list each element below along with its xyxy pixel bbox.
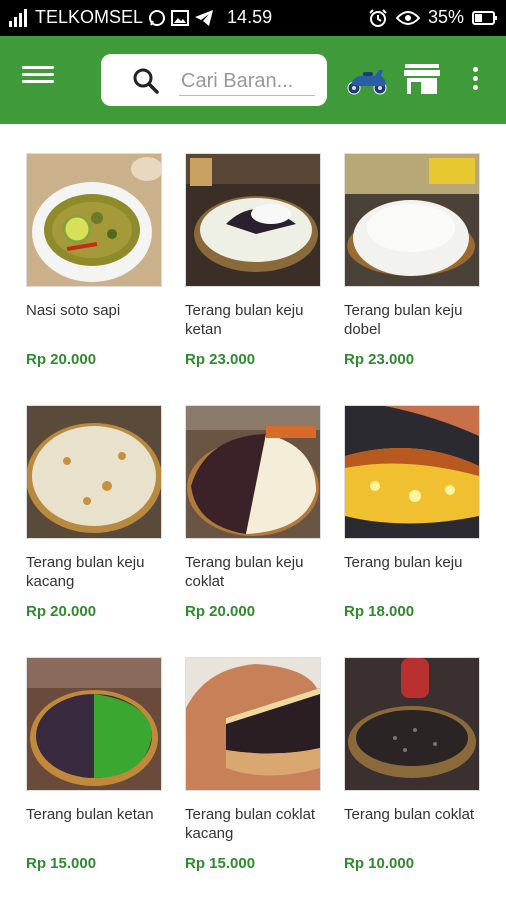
product-image[interactable] [185, 153, 321, 287]
app-bar [0, 36, 506, 124]
product-price: Rp 23.000 [344, 351, 415, 368]
whatsapp-icon [149, 9, 166, 26]
product-price: Rp 20.000 [26, 351, 97, 368]
product-card[interactable]: Terang bulan keju ketan Rp 23.000 [185, 153, 321, 368]
menu-icon[interactable] [22, 62, 54, 92]
product-card[interactable]: Terang bulan coklat kacang Rp 15.000 [185, 657, 321, 872]
product-price: Rp 20.000 [185, 603, 256, 620]
search-icon[interactable] [133, 68, 159, 94]
product-card[interactable]: Terang bulan keju dobel Rp 23.000 [344, 153, 480, 368]
alarm-icon [369, 8, 387, 27]
clock-time: 14.59 [227, 7, 273, 27]
product-name: Terang bulan keju dobel [344, 302, 463, 338]
eye-icon [395, 10, 420, 25]
scooter-icon[interactable] [345, 62, 389, 96]
product-price: Rp 18.000 [344, 603, 415, 620]
product-image[interactable] [26, 405, 162, 539]
product-card[interactable]: Terang bulan keju coklat Rp 20.000 [185, 405, 321, 620]
product-price: Rp 15.000 [185, 855, 256, 872]
product-image[interactable] [185, 405, 321, 539]
product-price: Rp 15.000 [26, 855, 97, 872]
search-box[interactable] [101, 54, 327, 106]
battery-percent: 35% [427, 7, 464, 27]
carrier-name: TELKOMSEL [35, 7, 144, 27]
product-name: Terang bulan keju coklat [185, 554, 304, 590]
product-name: Terang bulan keju kacang [26, 554, 145, 590]
store-icon[interactable] [403, 60, 441, 98]
battery-icon [472, 10, 497, 25]
status-right: 35% [368, 7, 498, 28]
product-card[interactable]: Terang bulan keju kacang Rp 20.000 [26, 405, 162, 620]
product-card[interactable]: Terang bulan keju Rp 18.000 [344, 405, 480, 620]
product-name: Terang bulan coklat kacang [185, 806, 316, 842]
product-image[interactable] [344, 153, 480, 287]
status-left: TELKOMSEL 14.59 [8, 7, 272, 28]
product-name: Nasi soto sapi [26, 302, 121, 319]
more-vert-icon[interactable] [470, 64, 480, 94]
product-price: Rp 10.000 [344, 855, 415, 872]
gallery-icon [171, 9, 190, 26]
product-image[interactable] [185, 657, 321, 791]
product-image[interactable] [344, 405, 480, 539]
product-price: Rp 23.000 [185, 351, 256, 368]
product-image[interactable] [344, 657, 480, 791]
search-underline [179, 95, 315, 96]
product-name: Terang bulan keju ketan [185, 302, 304, 338]
product-price: Rp 20.000 [26, 603, 97, 620]
product-name: Terang bulan ketan [26, 806, 154, 823]
product-name: Terang bulan coklat [344, 806, 475, 823]
signal-icon [9, 8, 27, 27]
product-card[interactable]: Nasi soto sapi Rp 20.000 [26, 153, 162, 368]
product-name: Terang bulan keju [344, 554, 463, 571]
product-card[interactable]: Terang bulan ketan Rp 15.000 [26, 657, 162, 872]
product-image[interactable] [26, 657, 162, 791]
product-image[interactable] [26, 153, 162, 287]
product-card[interactable]: Terang bulan coklat Rp 10.000 [344, 657, 480, 872]
telegram-icon [195, 9, 214, 26]
search-input[interactable] [179, 66, 313, 96]
status-bar: TELKOMSEL 14.59 35% [0, 0, 506, 36]
